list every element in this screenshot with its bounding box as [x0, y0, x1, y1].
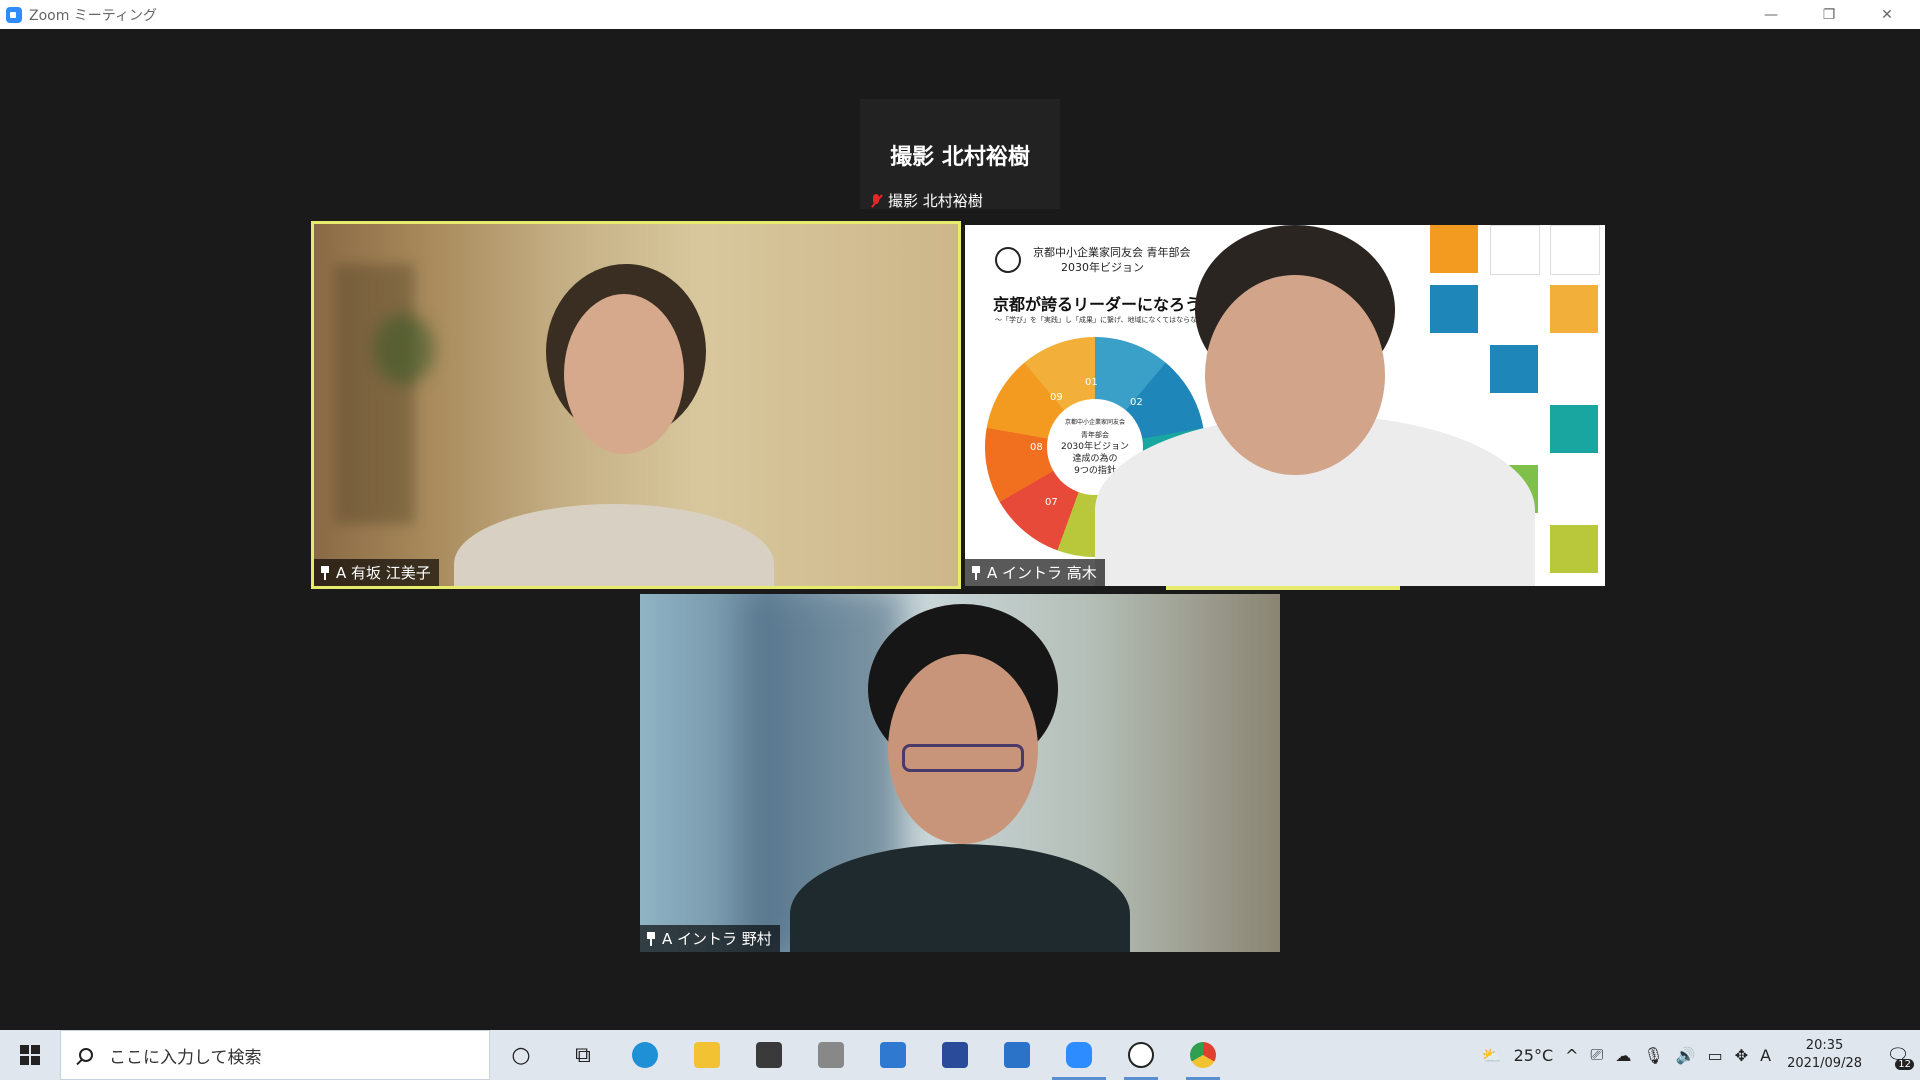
slide-grid-tile [1550, 405, 1598, 453]
participant-tile-audio-only[interactable]: 撮影 北村裕樹 撮影 北村裕樹 [860, 99, 1060, 211]
clock-date: 2021/09/28 [1787, 1056, 1862, 1071]
app-icon[interactable] [800, 1030, 862, 1080]
ime-indicator[interactable]: A [1760, 1046, 1771, 1065]
volume-icon[interactable]: 🔊 [1676, 1046, 1696, 1065]
pin-icon [971, 565, 981, 580]
cortana-icon[interactable]: ○ [490, 1030, 552, 1080]
app-icon-2[interactable] [924, 1030, 986, 1080]
app-icon-3[interactable] [986, 1030, 1048, 1080]
participant-body [454, 504, 774, 586]
slide-title: 京都が誇るリーダーになろう [993, 295, 1202, 314]
weather-temperature[interactable]: 25°C [1514, 1046, 1554, 1065]
taskbar-search[interactable]: ここに入力して検索 [60, 1030, 490, 1080]
weather-icon[interactable]: ⛅ [1482, 1046, 1502, 1065]
video-tile-1[interactable]: A 有坂 江美子 [311, 221, 961, 589]
chevron-up-icon[interactable]: ^ [1565, 1046, 1578, 1065]
slide-grid-tile [1550, 525, 1598, 573]
edge-icon[interactable] [614, 1030, 676, 1080]
search-placeholder: ここに入力して検索 [109, 1047, 262, 1068]
video-tile-label: A イントラ 高木 [965, 559, 1105, 586]
microphone-icon[interactable]: 🎙 [1643, 1046, 1663, 1065]
clock-time: 20:35 [1805, 1038, 1844, 1053]
start-button[interactable] [0, 1030, 60, 1080]
chrome-icon[interactable] [1172, 1030, 1234, 1080]
slide-grid-tile [1430, 225, 1478, 273]
wheel-number: 08 [1030, 442, 1043, 453]
pin-icon [646, 931, 656, 946]
wheel-number: 07 [1045, 497, 1058, 508]
restore-button[interactable]: ❐ [1800, 0, 1858, 29]
slide-header-line1: 京都中小企業家同友会 青年部会 [1033, 246, 1191, 259]
window-titlebar: Zoom ミーティング — ❐ ✕ [0, 0, 1920, 29]
slide-grid-tile [1550, 285, 1598, 333]
meet-now-icon[interactable]: ⎚ [1591, 1045, 1604, 1065]
slide-header-line2: 2030年ビジョン [1061, 261, 1144, 274]
participant-display-name: 撮影 北村裕樹 [890, 145, 1030, 170]
wheel-number: 02 [1130, 397, 1143, 408]
notification-count: 12 [1895, 1059, 1914, 1070]
plant-background [374, 314, 434, 384]
video-tile-label: A イントラ 野村 [640, 925, 780, 952]
slide-grid-tile [1490, 345, 1538, 393]
onedrive-icon[interactable]: ☁ [1615, 1046, 1631, 1065]
windows-logo-icon [20, 1045, 40, 1065]
participant-face [1205, 275, 1385, 475]
organization-logo-icon [995, 247, 1021, 273]
explorer-icon[interactable] [676, 1030, 738, 1080]
system-tray: ⛅ 25°C ^ ⎚ ☁ 🎙 🔊 ▭ ✥ A 20:35 2021/09/28 … [1476, 1030, 1920, 1080]
video-tile-2[interactable]: 京都中小企業家同友会 青年部会 2030年ビジョン 京都が誇るリーダーになろう … [965, 225, 1605, 586]
slide-grid-tile [1550, 225, 1600, 275]
participant-face [564, 294, 684, 454]
windows-taskbar: ここに入力して検索 ○ ⧉ ⛅ 25°C ^ ⎚ ☁ 🎙 🔊 ▭ ✥ A 20:… [0, 1030, 1920, 1080]
video-tile-name: A イントラ 高木 [987, 564, 1097, 582]
slide-grid-tile [1430, 285, 1478, 333]
taskbar-clock[interactable]: 20:35 2021/09/28 [1787, 1037, 1862, 1073]
notification-center-button[interactable]: 🗨 12 [1876, 1030, 1920, 1080]
minimize-button[interactable]: — [1742, 0, 1800, 29]
video-tile-name: A イントラ 野村 [662, 930, 772, 948]
video-tile-name: A 有坂 江美子 [336, 564, 431, 582]
participant-label-text: 撮影 北村裕樹 [888, 192, 983, 210]
wheel-number: 01 [1085, 377, 1098, 388]
search-icon [79, 1048, 93, 1062]
shelf-background [334, 264, 414, 524]
battery-icon[interactable]: ▭ [1708, 1046, 1723, 1065]
dropbox-icon[interactable]: ✥ [1735, 1046, 1748, 1065]
video-tile-3[interactable]: A イントラ 野村 [640, 594, 1280, 952]
zoom-taskbar-icon[interactable] [1048, 1030, 1110, 1080]
mail-icon[interactable] [862, 1030, 924, 1080]
store-icon[interactable] [738, 1030, 800, 1080]
participant-glasses [902, 744, 1024, 772]
slide-grid-tile [1490, 225, 1540, 275]
slide-header: 京都中小企業家同友会 青年部会 2030年ビジョン [1033, 245, 1191, 275]
participant-label: 撮影 北村裕樹 [870, 190, 983, 211]
video-tile-label: A 有坂 江美子 [314, 559, 439, 586]
mic-muted-icon [870, 193, 882, 208]
close-button[interactable]: ✕ [1858, 0, 1916, 29]
speaker-indicator-bar [1166, 586, 1400, 590]
window-title: Zoom ミーティング [29, 7, 157, 24]
wheel-number: 09 [1050, 392, 1063, 403]
zoom-app-icon [6, 6, 22, 23]
task-view-icon[interactable]: ⧉ [552, 1030, 614, 1080]
pin-icon [320, 565, 330, 580]
app-icon-4[interactable] [1110, 1030, 1172, 1080]
